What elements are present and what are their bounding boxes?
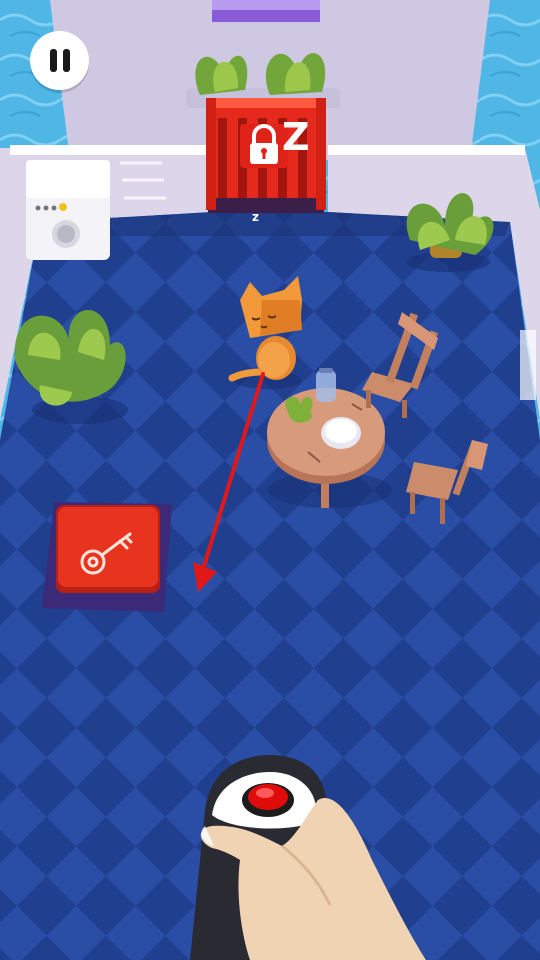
padlock-icon: [240, 124, 288, 168]
wall-window: [520, 330, 536, 400]
game-scene: Z z: [0, 0, 540, 960]
washing-machine: [26, 160, 110, 260]
room-scene: [0, 0, 540, 960]
pause-button[interactable]: [30, 31, 89, 90]
sleep-indicator-small: z: [252, 210, 259, 224]
pause-icon: [49, 49, 57, 72]
sleep-indicator-large: Z: [282, 115, 310, 159]
key-floor-button: [42, 502, 172, 612]
